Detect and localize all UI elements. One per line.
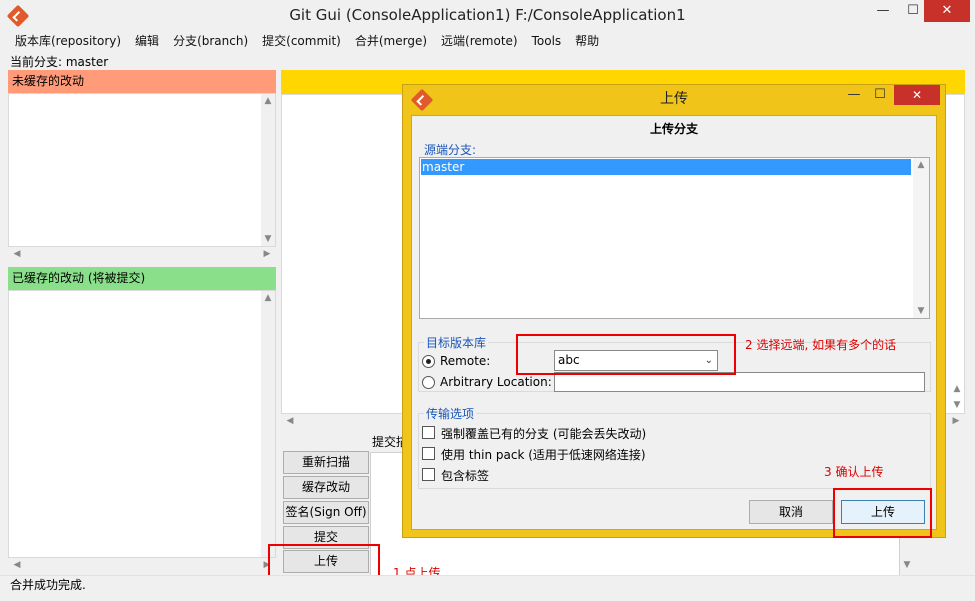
menu-repository[interactable]: 版本库(repository) xyxy=(0,31,128,51)
menu-commit[interactable]: 提交(commit) xyxy=(255,31,348,51)
scroll-left-icon[interactable]: ◀ xyxy=(10,249,24,259)
transfer-options-label: 传输选项 xyxy=(424,405,477,422)
annotation-box-confirm xyxy=(833,488,932,538)
dialog-maximize-icon[interactable]: ☐ xyxy=(867,85,893,105)
scroll-right-icon[interactable]: ▶ xyxy=(949,416,963,426)
status-bar: 合并成功完成. xyxy=(0,575,975,601)
staged-hscrollbar[interactable]: ◀ ▶ xyxy=(8,558,276,573)
menu-edit[interactable]: 编辑 xyxy=(128,31,166,51)
annotation-box-push xyxy=(268,544,380,578)
destination-label: 目标版本库 xyxy=(424,334,489,351)
thin-pack-label: 使用 thin pack (适用于低速网络连接) xyxy=(441,448,646,462)
unstaged-scrollbar[interactable]: ▲ ▼ xyxy=(261,94,275,246)
dialog-close-icon[interactable]: ✕ xyxy=(894,85,940,105)
window-title: Git Gui (ConsoleApplication1) F:/Console… xyxy=(289,6,686,24)
staged-file-list[interactable]: ▲ xyxy=(8,290,276,558)
scroll-left-icon[interactable]: ◀ xyxy=(10,560,24,570)
scroll-up-icon[interactable]: ▲ xyxy=(261,96,275,106)
dialog-minimize-icon[interactable]: — xyxy=(841,85,867,105)
scroll-left-icon[interactable]: ◀ xyxy=(283,416,297,426)
menu-tools[interactable]: Tools xyxy=(525,31,569,51)
unstaged-file-list[interactable]: ▲ ▼ xyxy=(8,93,276,247)
annotation-step3: 3 确认上传 xyxy=(824,465,884,479)
unstaged-header: 未缓存的改动 xyxy=(8,70,276,93)
arbitrary-location-input[interactable] xyxy=(554,372,925,392)
scroll-up-icon[interactable]: ▲ xyxy=(913,160,929,170)
menu-help[interactable]: 帮助 xyxy=(568,31,606,51)
scroll-right-icon[interactable]: ▶ xyxy=(260,249,274,259)
menu-remote[interactable]: 远端(remote) xyxy=(434,31,525,51)
diff-vscrollbar[interactable]: ▲ ▼ xyxy=(950,380,964,414)
branch-list-scrollbar[interactable]: ▲ ▼ xyxy=(913,158,929,318)
scroll-up-icon[interactable]: ▲ xyxy=(950,384,964,394)
annotation-box-remote xyxy=(516,334,736,375)
scroll-down-icon[interactable]: ▼ xyxy=(950,400,964,410)
staged-scrollbar[interactable]: ▲ xyxy=(261,291,275,557)
arbitrary-location-radio[interactable] xyxy=(422,376,435,389)
menu-merge[interactable]: 合并(merge) xyxy=(348,31,434,51)
force-overwrite-checkbox[interactable] xyxy=(422,426,435,439)
minimize-icon[interactable]: — xyxy=(868,0,898,22)
dialog-subtitle: 上传分支 xyxy=(649,122,698,136)
source-branch-label: 源端分支: xyxy=(424,143,477,157)
scroll-up-icon[interactable]: ▲ xyxy=(261,293,275,303)
include-tags-checkbox[interactable] xyxy=(422,468,435,481)
thin-pack-checkbox[interactable] xyxy=(422,447,435,460)
menu-branch[interactable]: 分支(branch) xyxy=(166,31,255,51)
sign-off-button[interactable]: 签名(Sign Off) xyxy=(283,501,369,524)
force-overwrite-label: 强制覆盖已有的分支 (可能会丢失改动) xyxy=(441,427,647,441)
title-bar: Git Gui (ConsoleApplication1) F:/Console… xyxy=(0,0,975,31)
staged-header: 已缓存的改动 (将被提交) xyxy=(8,267,276,290)
scroll-down-icon[interactable]: ▼ xyxy=(900,560,914,570)
scroll-down-icon[interactable]: ▼ xyxy=(913,306,929,316)
annotation-step2: 2 选择远端, 如果有多个的话 xyxy=(745,338,897,352)
unstaged-hscrollbar[interactable]: ◀ ▶ xyxy=(8,247,276,262)
remote-radio[interactable] xyxy=(422,355,435,368)
remote-label: Remote: xyxy=(440,354,491,368)
scroll-down-icon[interactable]: ▼ xyxy=(261,234,275,244)
source-branch-list[interactable]: master ▲ ▼ xyxy=(419,157,930,319)
include-tags-label: 包含标签 xyxy=(441,469,490,483)
close-icon[interactable]: ✕ xyxy=(924,0,970,22)
branch-item-master[interactable]: master xyxy=(421,159,911,175)
dialog-cancel-button[interactable]: 取消 xyxy=(749,500,833,524)
arbitrary-location-label: Arbitrary Location: xyxy=(440,375,552,389)
rescan-button[interactable]: 重新扫描 xyxy=(283,451,369,474)
menu-bar: 版本库(repository) 编辑 分支(branch) 提交(commit) 合并(… xyxy=(0,31,975,51)
stage-changed-button[interactable]: 缓存改动 xyxy=(283,476,369,499)
current-branch: 当前分支: master xyxy=(10,55,109,69)
